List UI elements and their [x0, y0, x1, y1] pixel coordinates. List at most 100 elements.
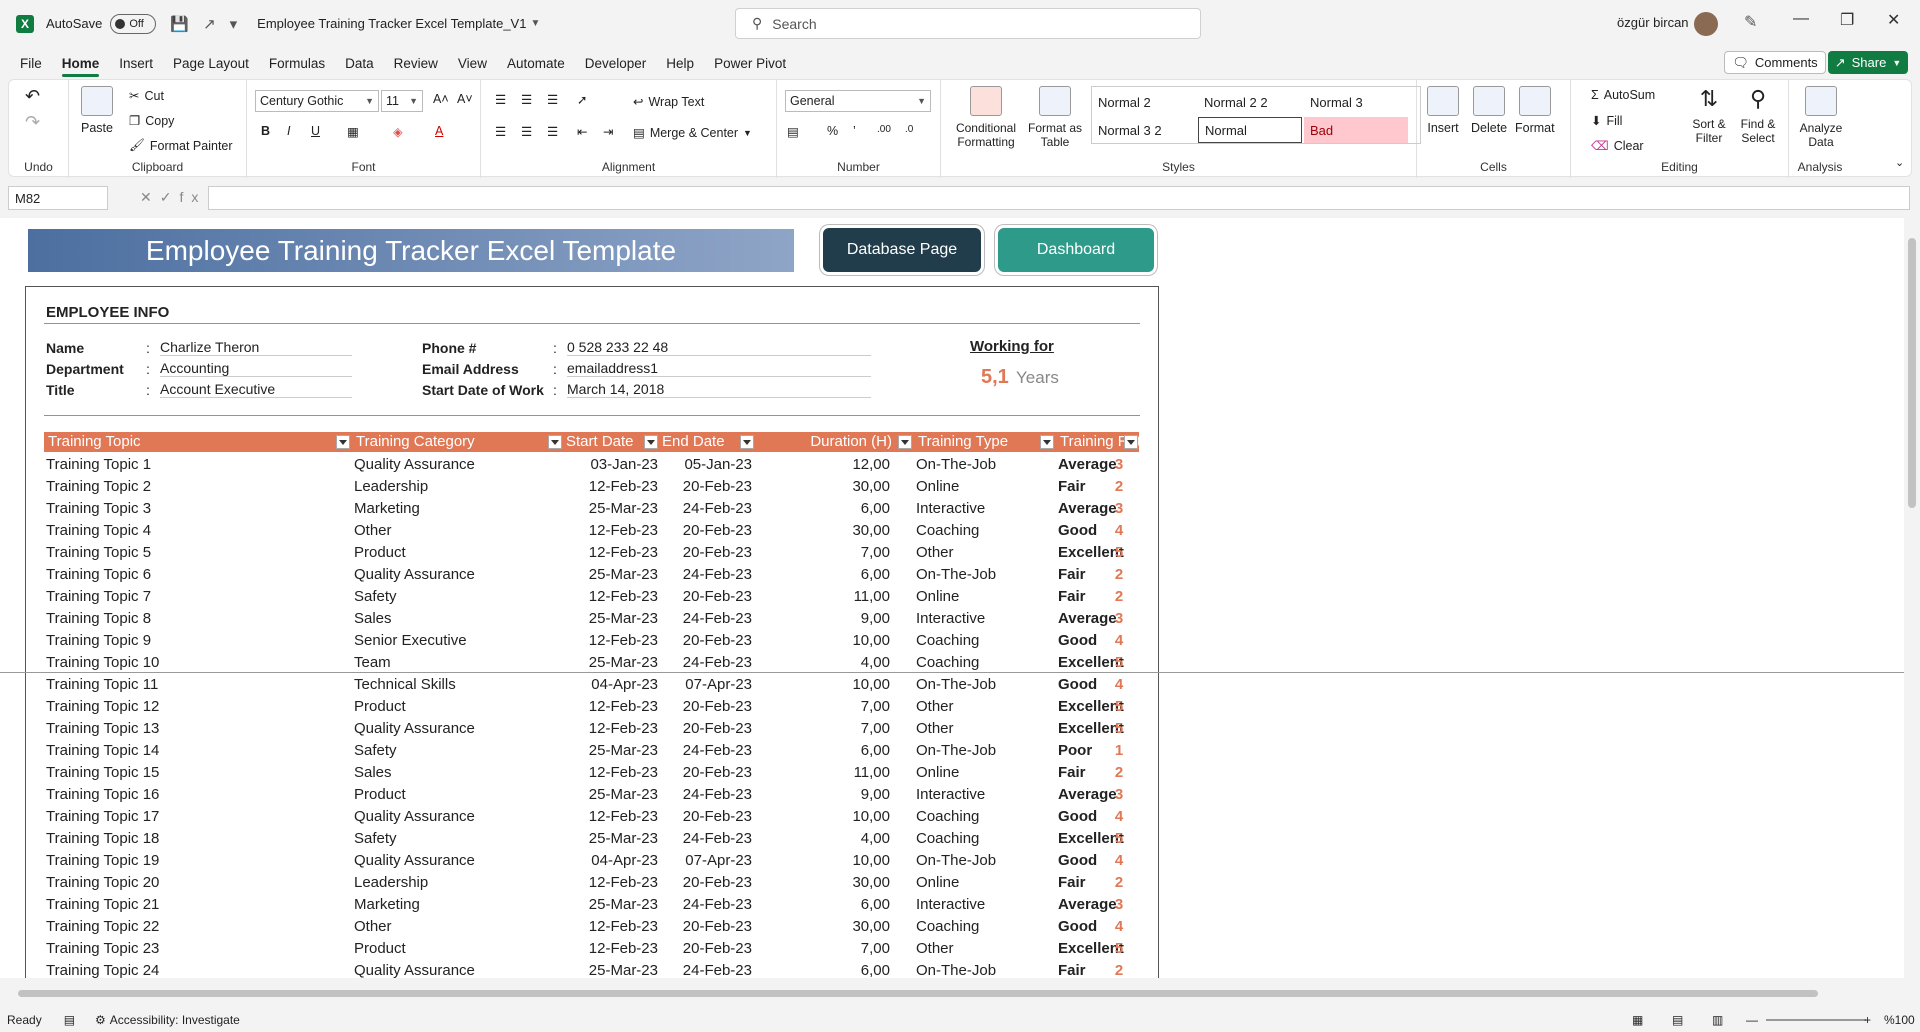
- table-cell[interactable]: 2: [1106, 960, 1132, 978]
- table-row[interactable]: Training Topic 14 Safety 25-Mar-23 24-Feb-2…: [44, 740, 1139, 762]
- table-row[interactable]: Training Topic 8 Sales 25-Mar-23 24-Feb-23 9…: [44, 608, 1139, 630]
- tab-page-layout[interactable]: Page Layout: [173, 56, 249, 71]
- table-cell[interactable]: 4: [1106, 916, 1132, 938]
- table-cell[interactable]: 6,00: [756, 894, 890, 916]
- table-cell[interactable]: Safety: [354, 740, 564, 762]
- conditional-formatting-button[interactable]: Conditional Formatting: [951, 86, 1021, 149]
- italic-button[interactable]: I: [287, 124, 290, 138]
- filter-dropdown-icon[interactable]: [740, 435, 754, 449]
- cut-button[interactable]: ✂ Cut: [129, 88, 164, 104]
- table-row[interactable]: Training Topic 22 Other 12-Feb-23 20-Feb-23…: [44, 916, 1139, 938]
- table-cell[interactable]: 11,00: [756, 586, 890, 608]
- table-cell[interactable]: 9,00: [756, 608, 890, 630]
- table-cell[interactable]: 24-Feb-23: [660, 608, 752, 630]
- table-cell[interactable]: Training Topic 1: [46, 454, 346, 476]
- filter-dropdown-icon[interactable]: [898, 435, 912, 449]
- user-name[interactable]: özgür bircan: [1617, 15, 1689, 30]
- analyze-data-button[interactable]: Analyze Data: [1799, 86, 1843, 149]
- table-cell[interactable]: 7,00: [756, 696, 890, 718]
- table-cell[interactable]: 20-Feb-23: [660, 542, 752, 564]
- tab-power-pivot[interactable]: Power Pivot: [714, 56, 786, 71]
- table-cell[interactable]: 4,00: [756, 652, 890, 674]
- table-cell[interactable]: Interactive: [916, 894, 1056, 916]
- decrease-indent-icon[interactable]: ⇤: [577, 124, 587, 139]
- table-cell[interactable]: Quality Assurance: [354, 718, 564, 740]
- table-row[interactable]: Training Topic 17 Quality Assurance 12-Feb…: [44, 806, 1139, 828]
- table-cell[interactable]: 25-Mar-23: [566, 784, 658, 806]
- insert-cells-button[interactable]: Insert: [1427, 86, 1459, 135]
- wrap-text-button[interactable]: ↩ Wrap Text: [633, 94, 704, 110]
- table-cell[interactable]: Training Topic 24: [46, 960, 346, 978]
- table-cell[interactable]: 20-Feb-23: [660, 718, 752, 740]
- table-cell[interactable]: 12-Feb-23: [566, 872, 658, 894]
- comments-button[interactable]: 🗨 Comments: [1724, 51, 1826, 74]
- table-cell[interactable]: Training Topic 8: [46, 608, 346, 630]
- table-cell[interactable]: Product: [354, 938, 564, 960]
- style-normal-2[interactable]: Normal 2: [1092, 89, 1196, 115]
- table-cell[interactable]: 4: [1106, 674, 1132, 696]
- table-cell[interactable]: 3: [1106, 454, 1132, 476]
- table-cell[interactable]: 1: [1106, 740, 1132, 762]
- decrease-decimal-icon[interactable]: .0: [905, 124, 913, 135]
- align-middle-icon[interactable]: ☰: [521, 92, 532, 107]
- format-painter-button[interactable]: 🖌 Format Painter: [129, 138, 233, 153]
- style-normal[interactable]: Normal: [1198, 117, 1302, 143]
- dashboard-button[interactable]: Dashboard: [998, 228, 1154, 272]
- table-cell[interactable]: Training Topic 2: [46, 476, 346, 498]
- table-cell[interactable]: On-The-Job: [916, 740, 1056, 762]
- decrease-font-icon[interactable]: A˅: [457, 92, 473, 106]
- table-cell[interactable]: Marketing: [354, 894, 564, 916]
- table-cell[interactable]: 25-Mar-23: [566, 828, 658, 850]
- style-normal-3-2[interactable]: Normal 3 2: [1092, 117, 1196, 143]
- style-normal-2-2[interactable]: Normal 2 2: [1198, 89, 1302, 115]
- table-cell[interactable]: 10,00: [756, 806, 890, 828]
- table-cell[interactable]: 25-Mar-23: [566, 894, 658, 916]
- table-row[interactable]: Training Topic 24 Quality Assurance 25-Mar…: [44, 960, 1139, 978]
- zoom-level[interactable]: %100: [1884, 1013, 1915, 1027]
- table-cell[interactable]: Team: [354, 652, 564, 674]
- table-cell[interactable]: Product: [354, 784, 564, 806]
- table-cell[interactable]: On-The-Job: [916, 850, 1056, 872]
- format-cells-button[interactable]: Format: [1515, 86, 1555, 135]
- table-cell[interactable]: 30,00: [756, 476, 890, 498]
- accounting-format-icon[interactable]: ▤: [787, 124, 799, 139]
- table-cell[interactable]: 2: [1106, 872, 1132, 894]
- filter-dropdown-icon[interactable]: [1040, 435, 1054, 449]
- table-cell[interactable]: Training Topic 7: [46, 586, 346, 608]
- table-cell[interactable]: 6,00: [756, 564, 890, 586]
- table-cell[interactable]: Training Topic 16: [46, 784, 346, 806]
- table-cell[interactable]: 2: [1106, 564, 1132, 586]
- tab-help[interactable]: Help: [666, 56, 694, 71]
- table-cell[interactable]: Training Topic 17: [46, 806, 346, 828]
- table-cell[interactable]: Training Topic 5: [46, 542, 346, 564]
- table-cell[interactable]: 20-Feb-23: [660, 916, 752, 938]
- table-cell[interactable]: 4: [1106, 520, 1132, 542]
- table-cell[interactable]: Online: [916, 476, 1056, 498]
- save-icon[interactable]: 💾: [170, 15, 189, 33]
- table-cell[interactable]: Training Topic 11: [46, 674, 346, 696]
- table-cell[interactable]: 5: [1106, 828, 1132, 850]
- table-cell[interactable]: 5: [1106, 652, 1132, 674]
- table-cell[interactable]: 12-Feb-23: [566, 938, 658, 960]
- table-cell[interactable]: Quality Assurance: [354, 850, 564, 872]
- table-cell[interactable]: 3: [1106, 784, 1132, 806]
- undo-icon[interactable]: ↶: [25, 86, 40, 107]
- paste-button[interactable]: Paste: [81, 86, 113, 135]
- tab-view[interactable]: View: [458, 56, 487, 71]
- close-icon[interactable]: ✕: [1887, 10, 1900, 30]
- table-cell[interactable]: Interactive: [916, 498, 1056, 520]
- font-size-select[interactable]: 11 ▼: [381, 90, 423, 112]
- delete-cells-button[interactable]: Delete: [1471, 86, 1507, 135]
- table-row[interactable]: Training Topic 16 Product 25-Mar-23 24-Feb-…: [44, 784, 1139, 806]
- table-cell[interactable]: Training Topic 13: [46, 718, 346, 740]
- zoom-in-icon[interactable]: +: [1864, 1013, 1871, 1027]
- table-row[interactable]: Training Topic 4 Other 12-Feb-23 20-Feb-23 3…: [44, 520, 1139, 542]
- tab-review[interactable]: Review: [394, 56, 438, 71]
- table-cell[interactable]: 24-Feb-23: [660, 784, 752, 806]
- formula-input[interactable]: [208, 186, 1910, 210]
- fill-button[interactable]: ⬇ Fill: [1591, 113, 1622, 129]
- worksheet[interactable]: Employee Training Tracker Excel Template…: [0, 218, 1904, 978]
- table-cell[interactable]: Other: [916, 938, 1056, 960]
- pointer-icon[interactable]: ↗: [203, 15, 216, 33]
- restore-icon[interactable]: ❐: [1840, 10, 1854, 30]
